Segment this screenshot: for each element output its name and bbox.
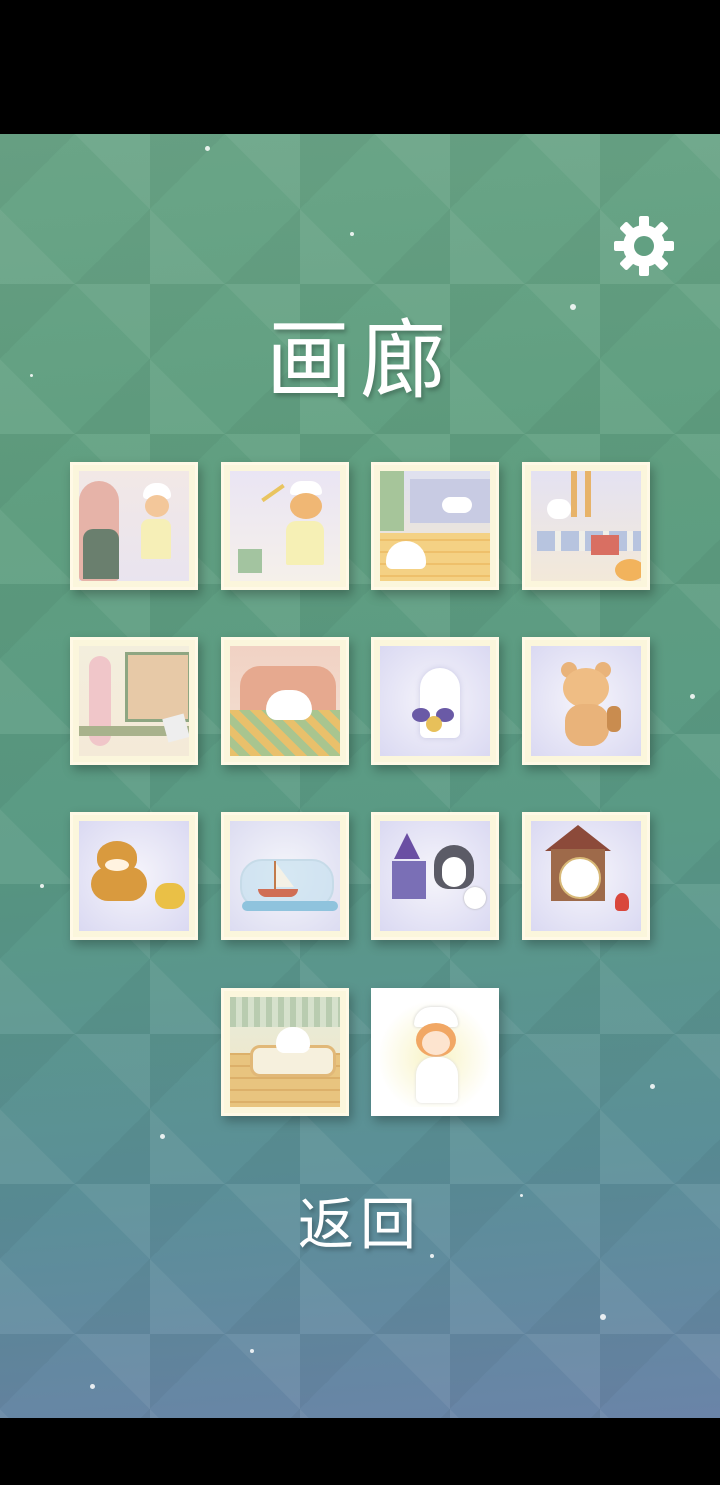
gallery-item-cat-on-armchair[interactable] — [221, 637, 349, 765]
status-bar — [0, 0, 720, 134]
illustration — [380, 997, 490, 1107]
snowflake — [205, 146, 210, 151]
navigation-bar — [0, 1418, 720, 1485]
illustration — [230, 997, 340, 1107]
illustration — [531, 646, 641, 756]
snowflake — [160, 1134, 165, 1139]
gallery-item-shiba-dog-with-toy[interactable] — [70, 812, 198, 940]
gallery-item-girl-with-mirror[interactable] — [70, 462, 198, 590]
illustration — [531, 471, 641, 581]
gallery-item-ship-in-bottle[interactable] — [221, 812, 349, 940]
back-button[interactable]: 返回 — [0, 1180, 720, 1261]
settings-button[interactable] — [612, 214, 676, 278]
snowflake — [690, 694, 695, 699]
illustration — [230, 471, 340, 581]
page-title: 画廊 — [266, 311, 454, 411]
illustration — [380, 821, 490, 931]
illustration — [230, 646, 340, 756]
illustration — [380, 471, 490, 581]
gallery-item-teddy-bear-with-cookie[interactable] — [522, 637, 650, 765]
snowflake — [250, 1349, 254, 1353]
gallery-item-pink-cat-at-window[interactable] — [70, 637, 198, 765]
gallery-item-penguin-and-snowman[interactable] — [371, 812, 499, 940]
snowflake — [350, 232, 354, 236]
illustration — [79, 821, 189, 931]
illustration — [380, 646, 490, 756]
gallery-item-girl-with-cat-toy[interactable] — [221, 462, 349, 590]
gallery-item-girl-in-white[interactable] — [371, 988, 499, 1116]
illustration — [79, 471, 189, 581]
gallery-item-cats-with-gifts[interactable] — [522, 462, 650, 590]
gear-icon — [614, 216, 674, 276]
snowflake — [90, 1384, 95, 1389]
illustration — [531, 821, 641, 931]
gallery-item-cuckoo-clock[interactable] — [522, 812, 650, 940]
snowflake — [40, 884, 44, 888]
snowflake — [650, 1084, 655, 1089]
snowflake — [600, 1314, 606, 1320]
illustration — [230, 821, 340, 931]
gallery-item-ghost-cat-with-bell[interactable] — [371, 637, 499, 765]
illustration — [79, 646, 189, 756]
gallery-item-cat-on-windowsill[interactable] — [371, 462, 499, 590]
gallery-item-cat-in-bed[interactable] — [221, 988, 349, 1116]
